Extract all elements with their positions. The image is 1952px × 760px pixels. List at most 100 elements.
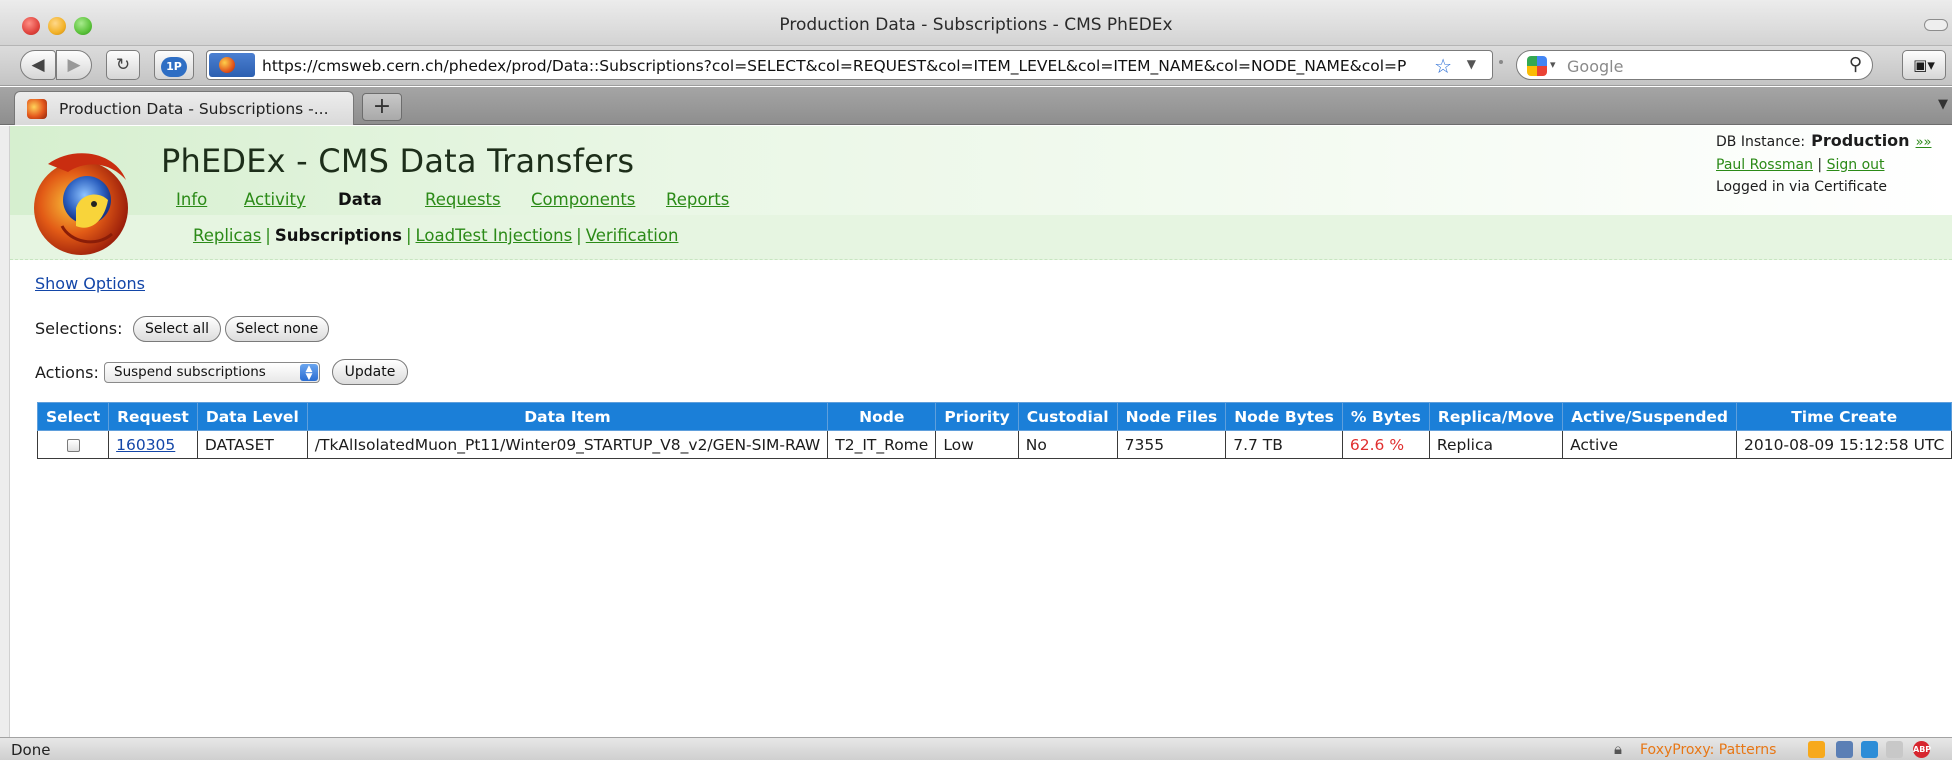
page-title: PhEDEx - CMS Data Transfers	[161, 142, 635, 180]
firefox-logo	[34, 153, 128, 255]
extension-star-icon[interactable]	[1808, 741, 1825, 758]
actions-select-value: Suspend subscriptions	[114, 364, 266, 380]
address-bar[interactable]: https://cmsweb.cern.ch/phedex/prod/Data:…	[206, 50, 1493, 80]
url-history-dropdown-icon[interactable]: ▼	[1467, 57, 1476, 71]
db-instance-value: Production	[1811, 131, 1910, 150]
extension-window-icon[interactable]	[1836, 741, 1853, 758]
table-header-row: Select Request Data Level Data Item Node…	[36, 402, 1952, 431]
mail-icon[interactable]	[1886, 741, 1903, 758]
selections-label: Selections:	[35, 319, 123, 338]
window-titlebar: Production Data - Subscriptions - CMS Ph…	[0, 0, 1952, 46]
select-all-button[interactable]: Select all	[133, 316, 221, 342]
extension-snowflake-icon[interactable]	[1861, 741, 1878, 758]
search-input[interactable]: Google	[1567, 57, 1623, 76]
google-logo-icon[interactable]	[1527, 56, 1547, 76]
nav-data[interactable]: Data	[338, 190, 382, 209]
actions-label: Actions:	[35, 363, 99, 382]
header-pct-bytes[interactable]: % Bytes	[1341, 402, 1430, 431]
actions-select[interactable]: Suspend subscriptions ▲ ▼	[104, 362, 320, 383]
header-node[interactable]: Node	[827, 402, 937, 431]
header-node-bytes[interactable]: Node Bytes	[1225, 402, 1343, 431]
header-data-item[interactable]: Data Item	[306, 402, 829, 431]
status-bar: Done 🔒︎ FoxyProxy: Patterns ABP	[0, 737, 1952, 760]
forward-arrow-icon: ▶	[67, 55, 81, 75]
subscriptions-table: Select Request Data Level Data Item Node…	[36, 402, 1952, 459]
subnav-replicas[interactable]: Replicas	[193, 226, 261, 245]
table-row: 160305 DATASET /TkAlIsolatedMuon_Pt11/Wi…	[36, 430, 1952, 459]
replica-move-cell: Replica	[1428, 430, 1564, 459]
request-cell: 160305	[108, 430, 198, 459]
plus-icon: +	[372, 94, 392, 119]
user-links: Paul Rossman | Sign out	[1716, 154, 1952, 176]
subnav-separator: |	[265, 226, 271, 245]
lock-icon[interactable]: 🔒︎	[1614, 740, 1622, 758]
db-instance: DB Instance: Production »»	[1716, 130, 1952, 154]
header-request[interactable]: Request	[108, 402, 198, 431]
nav-reports[interactable]: Reports	[666, 190, 729, 209]
tab-production-data[interactable]: Production Data - Subscriptions -...	[14, 91, 354, 125]
window-title: Production Data - Subscriptions - CMS Ph…	[779, 15, 1173, 35]
forward-button[interactable]: ▶	[56, 50, 92, 80]
row-checkbox[interactable]	[66, 438, 80, 452]
bookmark-star-icon[interactable]: ☆	[1434, 54, 1452, 78]
user-links-separator: |	[1817, 157, 1823, 173]
show-options-link[interactable]: Show Options	[35, 274, 145, 293]
password-manager-button[interactable]: 1P	[154, 50, 194, 80]
db-instance-switch-link[interactable]: »»	[1916, 135, 1932, 150]
nav-activity[interactable]: Activity	[244, 190, 306, 209]
subnav-verification[interactable]: Verification	[586, 226, 679, 245]
request-link[interactable]: 160305	[116, 436, 175, 454]
node-bytes-cell: 7.7 TB	[1225, 430, 1343, 459]
update-button[interactable]: Update	[332, 359, 408, 385]
subnav-separator: |	[405, 226, 412, 245]
search-magnifier-icon[interactable]: ⚲	[1849, 54, 1862, 75]
onepassword-icon: 1P	[161, 57, 187, 77]
time-create-cell: 2010-08-09 15:12:58 UTC	[1736, 430, 1952, 459]
tab-list-icon[interactable]: ▼	[1938, 97, 1948, 112]
url-text[interactable]: https://cmsweb.cern.ch/phedex/prod/Data:…	[262, 57, 1442, 75]
select-none-button[interactable]: Select none	[225, 316, 329, 342]
status-text: Done	[11, 741, 51, 759]
subnav-subscriptions[interactable]: Subscriptions	[275, 226, 402, 245]
tab-label: Production Data - Subscriptions -...	[59, 100, 329, 118]
reload-icon: ↻	[115, 55, 131, 75]
bookmarks-menu-button[interactable]: ▣▾	[1902, 50, 1946, 80]
header-replica-move[interactable]: Replica/Move	[1428, 402, 1564, 431]
search-bar[interactable]: ▾ Google ⚲	[1516, 50, 1873, 80]
foxyproxy-status[interactable]: FoxyProxy: Patterns	[1640, 742, 1776, 758]
browser-toolbar: ◀ ▶ ↻ 1P https://cmsweb.cern.ch/phedex/p…	[0, 46, 1952, 86]
header-select[interactable]: Select	[36, 402, 110, 431]
custodial-cell: No	[1017, 430, 1118, 459]
header-custodial[interactable]: Custodial	[1017, 402, 1118, 431]
header-priority[interactable]: Priority	[935, 402, 1019, 431]
page-content: PhEDEx - CMS Data Transfers Info Activit…	[10, 126, 1952, 736]
user-name-link[interactable]: Paul Rossman	[1716, 157, 1813, 173]
header-data-level[interactable]: Data Level	[196, 402, 308, 431]
node-files-cell: 7355	[1116, 430, 1227, 459]
search-engine-dropdown-icon[interactable]: ▾	[1550, 58, 1556, 71]
sign-out-link[interactable]: Sign out	[1827, 157, 1885, 173]
data-level-cell: DATASET	[196, 430, 308, 459]
login-note: Logged in via Certificate	[1716, 179, 1887, 195]
select-arrows-icon: ▲ ▼	[300, 364, 318, 382]
nav-requests[interactable]: Requests	[425, 190, 501, 209]
header-node-files[interactable]: Node Files	[1116, 402, 1227, 431]
tab-bar: Production Data - Subscriptions -... + ▼	[0, 87, 1952, 125]
sub-nav: Replicas | Subscriptions | LoadTest Injectio…	[193, 226, 678, 250]
back-arrow-icon: ◀	[31, 55, 45, 75]
adblock-plus-icon[interactable]: ABP	[1913, 741, 1931, 758]
header-time-create[interactable]: Time Create	[1736, 402, 1952, 431]
reload-button[interactable]: ↻	[106, 50, 140, 80]
back-button[interactable]: ◀	[20, 50, 56, 80]
header-active-suspended[interactable]: Active/Suspended	[1562, 402, 1738, 431]
nav-info[interactable]: Info	[176, 190, 207, 209]
toolbar-toggle-button[interactable]	[1924, 19, 1948, 31]
window-left-edge	[0, 126, 10, 737]
active-suspended-cell: Active	[1562, 430, 1738, 459]
subnav-loadtest-injections[interactable]: LoadTest Injections	[416, 226, 573, 245]
new-tab-button[interactable]: +	[362, 93, 402, 121]
data-item-cell: /TkAlIsolatedMuon_Pt11/Winter09_STARTUP_…	[306, 430, 829, 459]
site-identity-button[interactable]	[209, 53, 255, 77]
nav-components[interactable]: Components	[531, 190, 635, 209]
pct-bytes-cell: 62.6 %	[1341, 430, 1430, 459]
